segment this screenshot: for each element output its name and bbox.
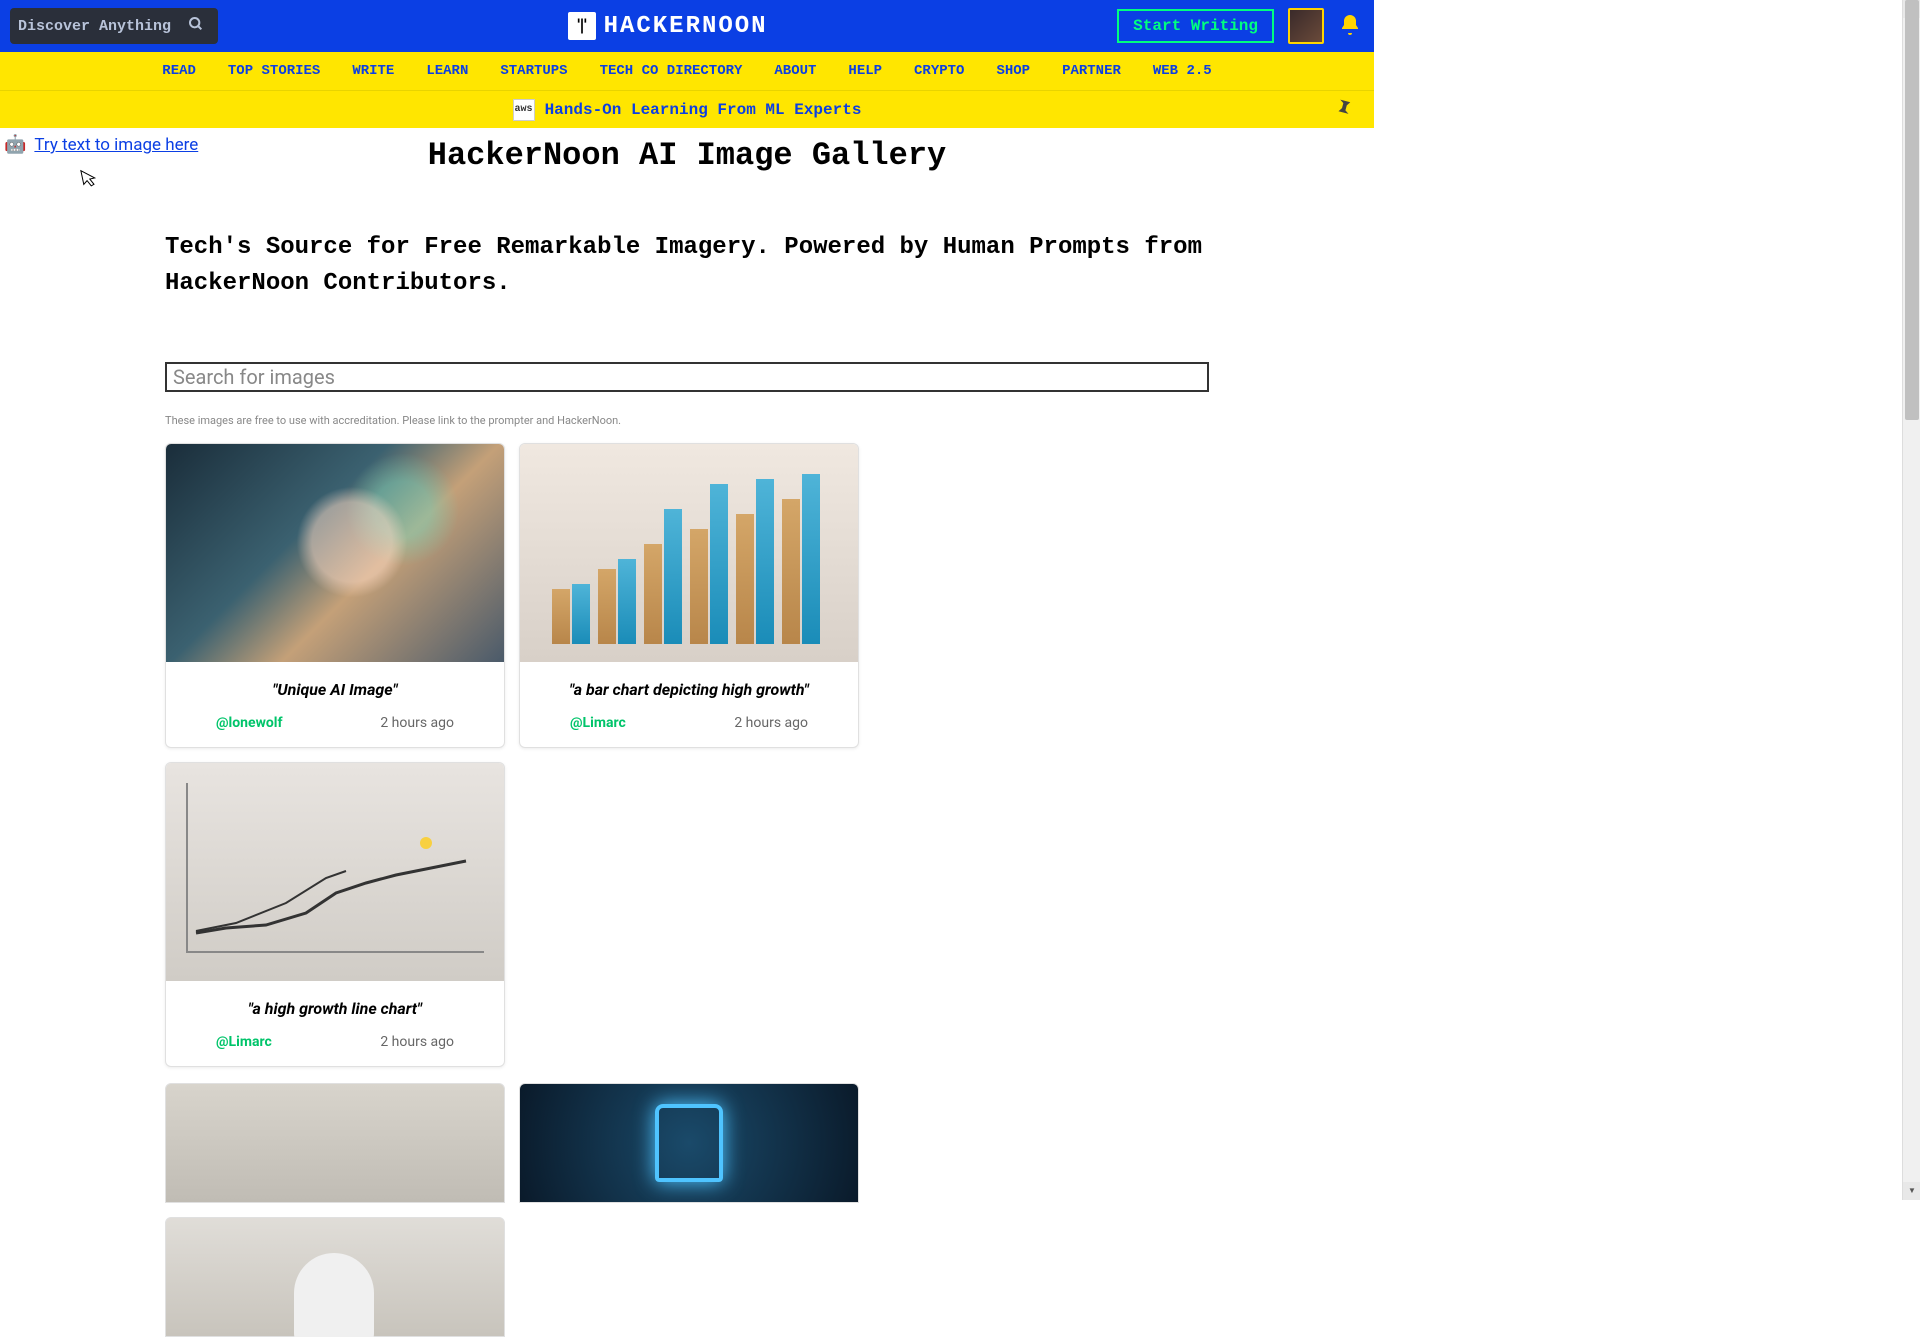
card-time: 2 hours ago xyxy=(380,715,454,731)
card-image[interactable] xyxy=(166,444,504,662)
card-author-link[interactable]: @Limarc xyxy=(570,715,626,731)
header-actions: Start Writing xyxy=(1117,8,1364,44)
nav-partner[interactable]: PARTNER xyxy=(1062,63,1121,79)
top-bar: HACKERNOON Start Writing xyxy=(0,0,1374,52)
image-card[interactable]: "a bar chart depicting high growth" @Lim… xyxy=(519,443,859,748)
logo-area: HACKERNOON xyxy=(218,12,1117,40)
image-grid-row2 xyxy=(0,1067,1374,1337)
avatar[interactable] xyxy=(1288,8,1324,44)
card-time: 2 hours ago xyxy=(380,1034,454,1050)
page-title: HackerNoon AI Image Gallery xyxy=(0,137,1374,174)
logo-text: HACKERNOON xyxy=(604,13,768,40)
promo-logo-icon: aws xyxy=(513,99,535,121)
card-caption: "a high growth line chart" xyxy=(166,981,504,1026)
notifications-icon[interactable] xyxy=(1338,13,1364,39)
image-search-input[interactable] xyxy=(165,362,1209,392)
card-time: 2 hours ago xyxy=(734,715,808,731)
image-card[interactable]: "Unique AI Image" @lonewolf 2 hours ago xyxy=(165,443,505,748)
card-author-link[interactable]: @Limarc xyxy=(216,1034,272,1050)
promo-bar[interactable]: aws Hands-On Learning From ML Experts xyxy=(0,90,1374,128)
main-nav: READ TOP STORIES WRITE LEARN STARTUPS TE… xyxy=(0,52,1374,90)
promo-text: Hands-On Learning From ML Experts xyxy=(545,101,862,119)
nav-top-stories[interactable]: TOP STORIES xyxy=(228,63,320,79)
card-caption: "Unique AI Image" xyxy=(166,662,504,707)
nav-tech-directory[interactable]: TECH CO DIRECTORY xyxy=(600,63,743,79)
scrollbar[interactable]: ▲ ▼ xyxy=(1902,0,1920,1200)
page-subtitle: Tech's Source for Free Remarkable Imager… xyxy=(0,230,1374,302)
card-image[interactable] xyxy=(519,1083,859,1203)
global-search-wrap[interactable] xyxy=(10,8,218,44)
card-image[interactable] xyxy=(165,1083,505,1203)
nav-crypto[interactable]: CRYPTO xyxy=(914,63,964,79)
logo[interactable]: HACKERNOON xyxy=(568,12,768,40)
pin-icon[interactable] xyxy=(1328,93,1362,129)
nav-write[interactable]: WRITE xyxy=(352,63,394,79)
global-search-input[interactable] xyxy=(18,18,188,35)
logo-icon xyxy=(568,12,596,40)
card-image[interactable] xyxy=(166,763,504,981)
nav-help[interactable]: HELP xyxy=(848,63,882,79)
search-icon[interactable] xyxy=(188,16,204,36)
card-author-link[interactable]: @lonewolf xyxy=(216,715,282,731)
image-grid: "Unique AI Image" @lonewolf 2 hours ago xyxy=(0,427,1374,1067)
scrollbar-thumb[interactable] xyxy=(1905,0,1919,420)
try-text-to-image-link[interactable]: Try text to image here xyxy=(34,135,198,155)
nav-read[interactable]: READ xyxy=(162,63,196,79)
image-card[interactable] xyxy=(165,1083,505,1203)
nav-shop[interactable]: SHOP xyxy=(996,63,1030,79)
start-writing-button[interactable]: Start Writing xyxy=(1117,9,1274,43)
card-image[interactable] xyxy=(520,444,858,662)
image-card[interactable] xyxy=(165,1217,505,1337)
image-card[interactable] xyxy=(519,1083,859,1203)
nav-web25[interactable]: WEB 2.5 xyxy=(1153,63,1212,79)
nav-learn[interactable]: LEARN xyxy=(426,63,468,79)
image-card[interactable]: "a high growth line chart" @Limarc 2 hou… xyxy=(165,762,505,1067)
scrollbar-down-icon[interactable]: ▼ xyxy=(1903,1182,1920,1200)
card-image[interactable] xyxy=(165,1217,505,1337)
nav-startups[interactable]: STARTUPS xyxy=(500,63,567,79)
robot-icon: 🤖 xyxy=(4,134,26,155)
disclaimer-text: These images are free to use with accred… xyxy=(0,414,1374,427)
card-caption: "a bar chart depicting high growth" xyxy=(520,662,858,707)
nav-about[interactable]: ABOUT xyxy=(774,63,816,79)
